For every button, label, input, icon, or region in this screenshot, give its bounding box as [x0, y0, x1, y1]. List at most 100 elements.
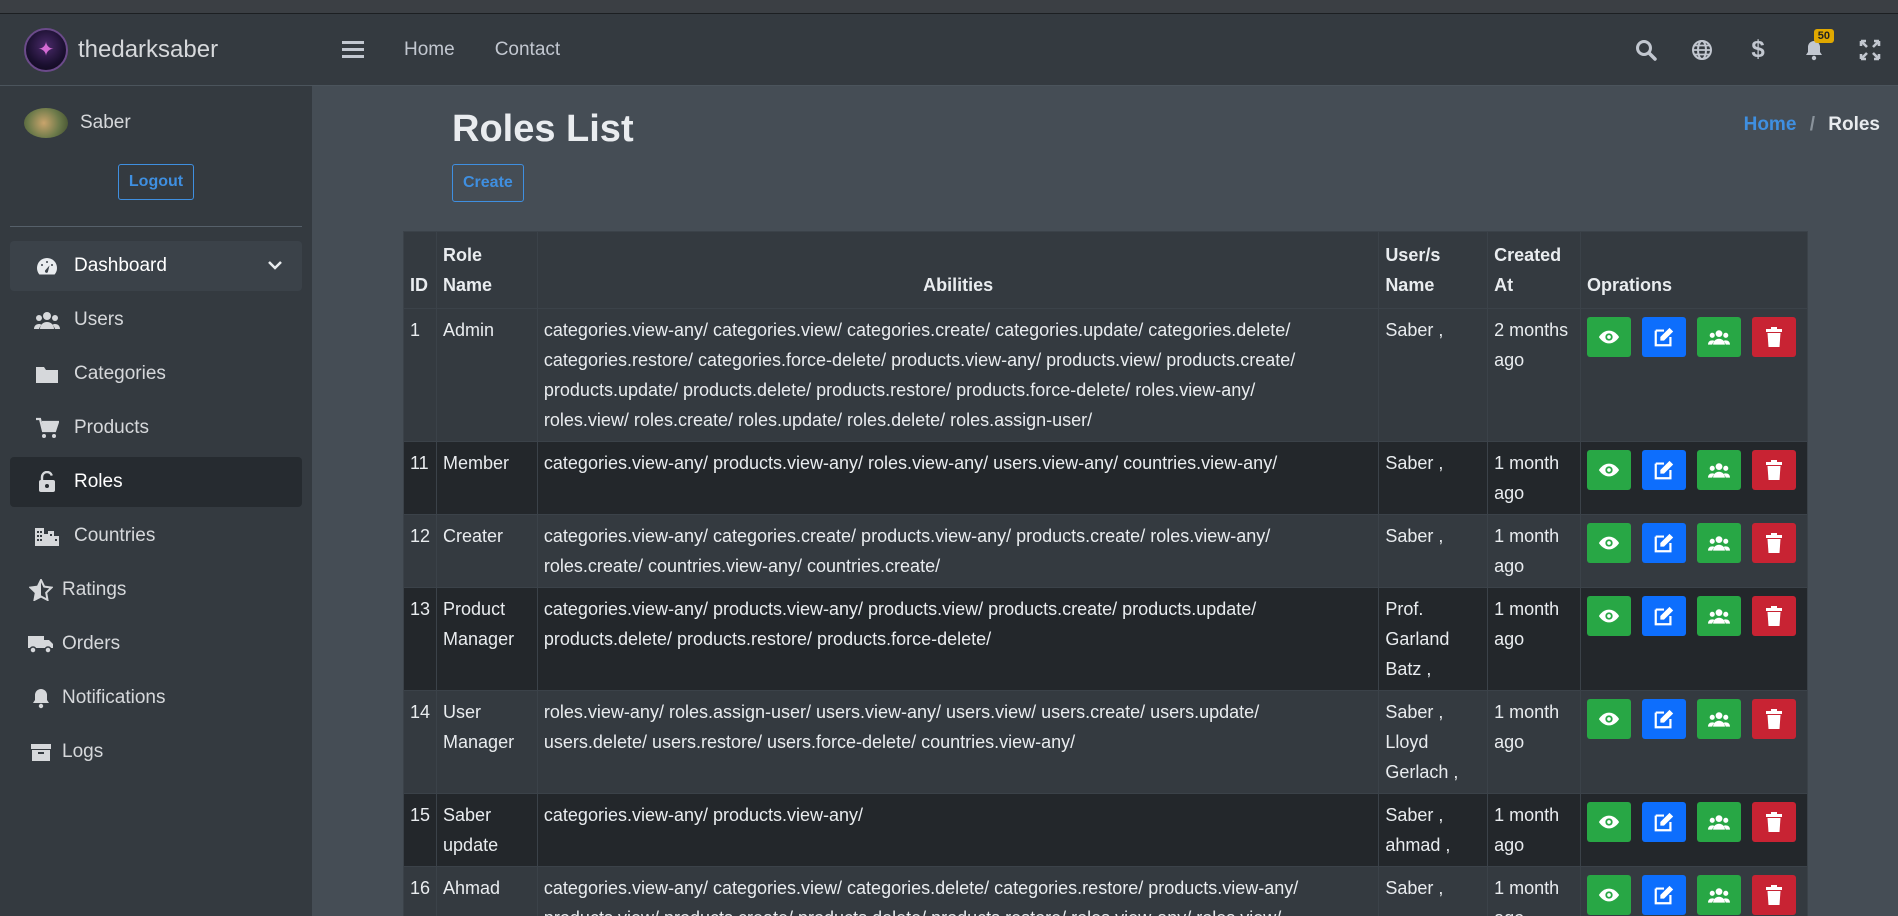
edit-icon: [1653, 326, 1675, 348]
cell-operations: [1580, 441, 1808, 515]
sidebar-item-ratings[interactable]: Ratings: [10, 565, 302, 615]
assign-users-button[interactable]: [1697, 317, 1741, 357]
cell-created-at: 1 month ago: [1487, 441, 1581, 515]
view-button[interactable]: [1587, 450, 1631, 490]
users-icon: [1708, 708, 1730, 730]
cell-role-name-line: Ahmad: [443, 878, 501, 898]
cell-users: Saber , ahmad ,: [1378, 793, 1489, 867]
assign-users-button[interactable]: [1697, 523, 1741, 563]
edit-button[interactable]: [1642, 699, 1686, 739]
edit-button[interactable]: [1642, 450, 1686, 490]
tachometer-icon: [32, 255, 62, 277]
cell-abilities: categories.view-any/ products.view-any/ …: [536, 587, 1380, 691]
nav-link-home[interactable]: Home: [404, 39, 455, 61]
city-icon: [32, 525, 62, 547]
menu-toggle-icon[interactable]: [342, 37, 364, 62]
table-row: 1 Admin categories.view-any/ categories.vi…: [402, 308, 1808, 442]
topbar: Home Contact $ 50: [312, 14, 1898, 86]
column-header-operations: Oprations: [1580, 231, 1808, 309]
view-button[interactable]: [1587, 699, 1631, 739]
chevron-down-icon: [268, 257, 282, 275]
assign-users-button[interactable]: [1697, 596, 1741, 636]
cell-created-at: 1 month ago: [1487, 514, 1581, 588]
sidebar-item-categories[interactable]: Categories: [10, 349, 302, 399]
cell-abilities: categories.view-any/ products.view-any/ …: [536, 441, 1380, 515]
view-button[interactable]: [1587, 596, 1631, 636]
logout-button[interactable]: Logout: [117, 164, 195, 200]
edit-button[interactable]: [1642, 875, 1686, 915]
table-body: 1 Admin categories.view-any/ categories.vi…: [402, 308, 1808, 916]
cell-abilities-line: products.view/ products.create/ products…: [544, 903, 1372, 916]
assign-users-button[interactable]: [1697, 450, 1741, 490]
assign-users-button[interactable]: [1697, 802, 1741, 842]
sidebar: ✦ thedarksaber Saber Logout Dashboard Us…: [0, 14, 312, 916]
breadcrumb-home-link[interactable]: Home: [1744, 114, 1797, 135]
sidebar-item-notifications[interactable]: Notifications: [10, 673, 302, 723]
edit-button[interactable]: [1642, 596, 1686, 636]
cell-users: Saber ,: [1378, 308, 1489, 442]
fullscreen-icon[interactable]: [1842, 39, 1898, 61]
cell-role-name: Creater: [436, 514, 538, 588]
cell-operations: [1580, 308, 1808, 442]
globe-icon[interactable]: [1674, 39, 1730, 61]
column-header-abilities: Abilities: [536, 231, 1380, 309]
eye-icon: [1598, 884, 1620, 906]
brand[interactable]: ✦ thedarksaber: [0, 14, 312, 86]
cell-abilities-line: categories.view-any/ products.view-any/: [543, 805, 864, 825]
cell-users-line: Batz ,: [1385, 659, 1432, 679]
cell-role-name: Admin: [436, 308, 538, 442]
view-button[interactable]: [1587, 802, 1631, 842]
nav-link-contact[interactable]: Contact: [495, 39, 560, 61]
cell-abilities: categories.view-any/ categories.view/ ca…: [536, 866, 1380, 916]
cell-operations: [1580, 514, 1808, 588]
sidebar-item-label: Orders: [62, 633, 121, 654]
dollar-icon[interactable]: $: [1730, 36, 1786, 64]
sidebar-item-label: Notifications: [62, 687, 166, 708]
delete-button[interactable]: [1752, 802, 1796, 842]
cell-abilities-line: categories.view-any/ categories.create/ …: [543, 526, 1271, 546]
sidebar-item-orders[interactable]: Orders: [10, 619, 302, 669]
view-button[interactable]: [1587, 875, 1631, 915]
edit-button[interactable]: [1642, 523, 1686, 563]
assign-users-button[interactable]: [1697, 699, 1741, 739]
edit-button[interactable]: [1642, 317, 1686, 357]
cell-role-name: User Manager: [436, 690, 538, 794]
cell-created-at-line: 1 month: [1494, 526, 1560, 546]
eye-icon: [1598, 326, 1620, 348]
brand-name: thedarksaber: [78, 35, 219, 63]
assign-users-button[interactable]: [1697, 875, 1741, 915]
user-panel[interactable]: Saber: [0, 86, 312, 138]
table-row: 15 Saber update categories.view-any/ produc…: [402, 793, 1808, 867]
edit-icon: [1653, 884, 1675, 906]
cell-abilities-line: roles.view-any/ roles.assign-user/ users…: [543, 702, 1260, 722]
page-title: Roles List: [452, 108, 634, 150]
sidebar-item-users[interactable]: Users: [10, 295, 302, 345]
search-icon[interactable]: [1618, 39, 1674, 61]
trash-icon: [1763, 326, 1785, 348]
cell-operations: [1580, 690, 1808, 794]
breadcrumb-current: Roles: [1828, 114, 1880, 135]
cell-abilities-line: roles.view/ roles.create/ roles.update/ …: [543, 410, 1093, 430]
cell-role-name-line: Member: [443, 453, 510, 473]
delete-button[interactable]: [1752, 450, 1796, 490]
sidebar-item-logs[interactable]: Logs: [10, 727, 302, 777]
delete-button[interactable]: [1752, 699, 1796, 739]
sidebar-item-countries[interactable]: Countries: [10, 511, 302, 561]
delete-button[interactable]: [1752, 523, 1796, 563]
sidebar-item-dashboard[interactable]: Dashboard: [10, 241, 302, 291]
view-button[interactable]: [1587, 523, 1631, 563]
table-row: 13 Product Manager categories.view-any/ pro…: [402, 587, 1808, 691]
view-button[interactable]: [1587, 317, 1631, 357]
create-button[interactable]: Create: [452, 164, 524, 202]
delete-button[interactable]: [1752, 317, 1796, 357]
bell-icon[interactable]: 50: [1786, 29, 1842, 61]
sidebar-item-roles[interactable]: Roles: [10, 457, 302, 507]
delete-button[interactable]: [1752, 596, 1796, 636]
cell-id: 14: [402, 690, 438, 794]
delete-button[interactable]: [1752, 875, 1796, 915]
edit-button[interactable]: [1642, 802, 1686, 842]
sidebar-item-products[interactable]: Products: [10, 403, 302, 453]
cell-abilities: categories.view-any/ categories.create/ …: [536, 514, 1380, 588]
sidebar-nav: Dashboard Users Categories Products Role…: [0, 241, 312, 777]
table-row: 11 Member categories.view-any/ products.vi…: [402, 441, 1808, 515]
